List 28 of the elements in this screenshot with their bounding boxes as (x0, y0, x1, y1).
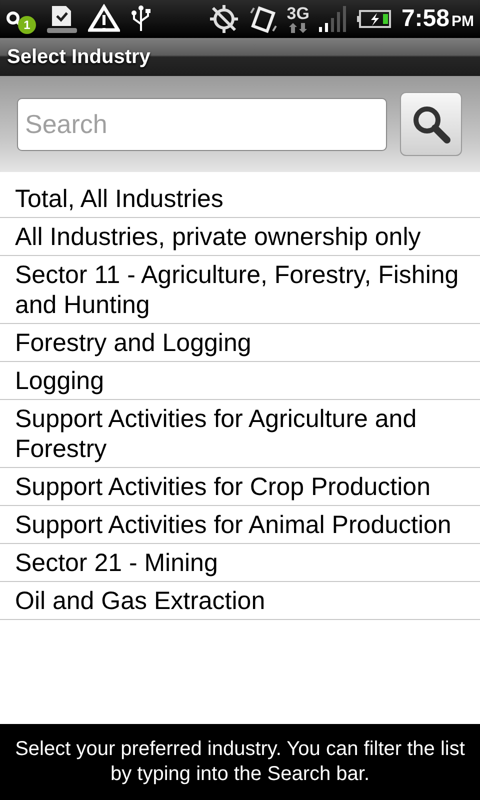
industry-item[interactable]: Sector 21 - Mining (0, 544, 480, 582)
gps-off-icon (208, 4, 239, 34)
industry-item[interactable]: All Industries, private ownership only (0, 218, 480, 256)
search-icon (411, 104, 451, 144)
clock-time: 7:58 (401, 4, 450, 34)
battery-icon (357, 10, 392, 28)
clock-period: PM (452, 12, 474, 32)
industry-item[interactable]: Total, All Industries (0, 180, 480, 218)
search-button[interactable] (400, 92, 462, 156)
download-done-icon (46, 4, 78, 34)
warning-icon (88, 4, 120, 34)
signal-icon (319, 6, 348, 32)
industry-item[interactable]: Support Activities for Agriculture and Forestry (0, 400, 480, 468)
industry-item[interactable]: Logging (0, 362, 480, 400)
auto-rotate-icon (248, 5, 277, 33)
usb-icon (130, 4, 152, 34)
notification-count: 1 (18, 16, 36, 34)
screen-title: Select Industry (7, 45, 150, 70)
industry-item[interactable]: Support Activities for Animal Production (0, 506, 480, 544)
toast-text: Select your preferred industry. You can filter the list by typing into the Search bar. (14, 737, 466, 787)
industry-item[interactable]: Oil and Gas Extraction (0, 582, 480, 620)
network-type: 3G (286, 5, 310, 22)
search-field[interactable]: Search (17, 98, 387, 150)
data-arrows-icon (289, 23, 308, 33)
search-icon (6, 11, 22, 27)
industry-item[interactable]: Sector 11 - Agriculture, Forestry, Fishing and Hunting (0, 256, 480, 324)
industry-item[interactable]: Support Activities for Crop Production (0, 468, 480, 506)
industry-item[interactable]: Forestry and Logging (0, 324, 480, 362)
